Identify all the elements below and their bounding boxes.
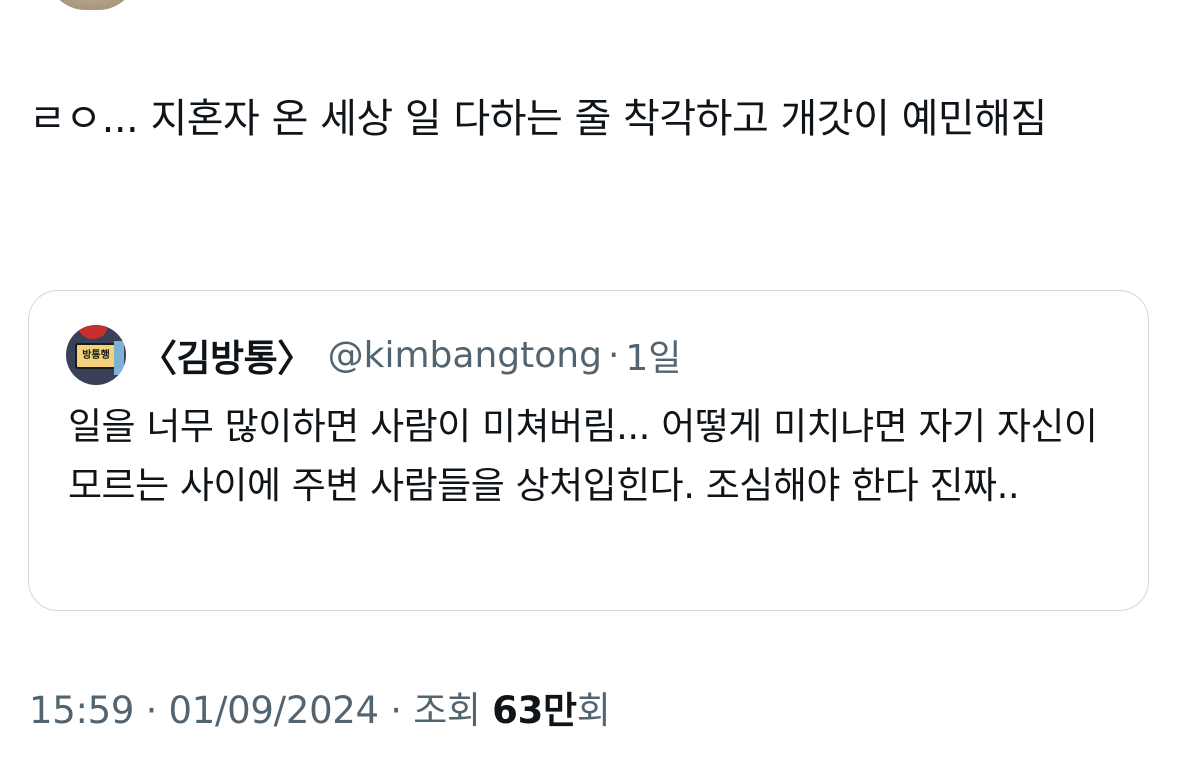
tweet-meta: 15:59 · 01/09/2024 · 조회 63만회 <box>29 688 611 734</box>
tweet-text: ㄹㅇ... 지혼자 온 세상 일 다하는 줄 착각하고 개갓이 예민해짐 <box>29 96 1047 142</box>
views-label: 조회 <box>413 689 493 732</box>
quoted-author-avatar[interactable]: 방통행 <box>66 325 126 385</box>
meta-separator: · <box>134 689 169 732</box>
tweet-time[interactable]: 15:59 <box>29 689 134 732</box>
views-count[interactable]: 63만 <box>492 689 577 732</box>
author-avatar[interactable] <box>46 0 138 10</box>
avatar-sign: 방통행 <box>75 343 117 369</box>
avatar-hat-shape <box>78 325 108 339</box>
quoted-tweet-age[interactable]: 1일 <box>625 329 681 381</box>
quoted-display-name[interactable]: 〈김방통〉 <box>140 328 314 382</box>
quoted-handle[interactable]: @kimbangtong <box>328 335 602 376</box>
quoted-tweet-text: 일을 너무 많이하면 사람이 미쳐버림... 어떻게 미치냐면 자기 자신이 모… <box>68 405 1098 507</box>
separator-dot: · <box>607 334 620 376</box>
quoted-tweet-header: 방통행 〈김방통〉 @kimbangtong · 1일 <box>66 325 681 385</box>
avatar-side-shape <box>114 341 124 375</box>
tweet-date[interactable]: 01/09/2024 <box>169 689 380 732</box>
views-suffix: 회 <box>576 689 611 732</box>
quoted-tweet-card[interactable]: 방통행 〈김방통〉 @kimbangtong · 1일 일을 너무 많이하면 사… <box>28 290 1149 611</box>
meta-separator: · <box>378 689 414 732</box>
